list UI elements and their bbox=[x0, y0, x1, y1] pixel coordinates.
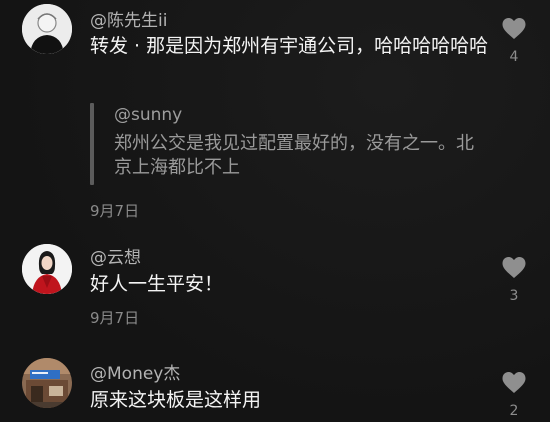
heart-icon bbox=[502, 257, 526, 278]
like-button[interactable]: 4 bbox=[499, 17, 529, 65]
comment-list: @陈先生ii 转发 · 那是因为郑州有宇通公司，哈哈哈哈哈哈 @sunny 郑州… bbox=[0, 0, 550, 422]
comment-date: 9月7日 bbox=[90, 309, 140, 327]
comment-date: 9月7日 bbox=[90, 202, 140, 220]
avatar-image bbox=[22, 244, 72, 294]
quote-bar bbox=[90, 103, 94, 185]
heart-icon bbox=[502, 18, 526, 39]
comment-item: @陈先生ii 转发 · 那是因为郑州有宇通公司，哈哈哈哈哈哈 @sunny 郑州… bbox=[0, 0, 550, 230]
comment-username[interactable]: @陈先生ii bbox=[90, 6, 167, 31]
like-button[interactable]: 2 bbox=[499, 371, 529, 419]
quoted-text: 郑州公交是我见过配置最好的，没有之一。北京上海都比不上 bbox=[114, 133, 474, 178]
heart-icon bbox=[502, 372, 526, 393]
avatar[interactable] bbox=[22, 244, 72, 294]
comment-text: 原来这块板是这样用 bbox=[90, 389, 262, 411]
comment-item: @云想 好人一生平安！ 9月7日 3 bbox=[0, 238, 550, 338]
comment-item: @Money杰 原来这块板是这样用 2 bbox=[0, 354, 550, 422]
like-button[interactable]: 3 bbox=[499, 256, 529, 304]
like-count: 4 bbox=[509, 49, 519, 65]
avatar-image bbox=[22, 4, 72, 54]
comment-username[interactable]: @Money杰 bbox=[90, 359, 180, 384]
comment-text: 转发 · 那是因为郑州有宇通公司，哈哈哈哈哈哈 bbox=[90, 35, 489, 57]
avatar[interactable] bbox=[22, 358, 72, 408]
avatar-image bbox=[22, 358, 72, 408]
quoted-comment[interactable]: @sunny 郑州公交是我见过配置最好的，没有之一。北京上海都比不上 bbox=[90, 103, 490, 187]
comment-text: 好人一生平安！ bbox=[90, 273, 224, 295]
like-count: 3 bbox=[509, 288, 519, 304]
quoted-username[interactable]: @sunny bbox=[114, 105, 182, 125]
avatar[interactable] bbox=[22, 4, 72, 54]
comment-username[interactable]: @云想 bbox=[90, 243, 141, 268]
like-count: 2 bbox=[509, 403, 519, 419]
